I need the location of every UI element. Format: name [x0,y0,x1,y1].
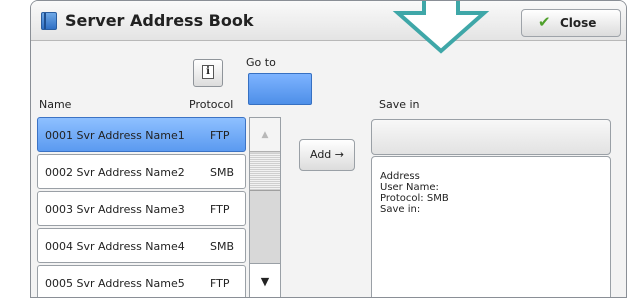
detail-user-name: User Name: [380,182,439,193]
entry-name: 0002 Svr Address Name2 [45,166,185,179]
close-label: Close [560,16,597,30]
close-button[interactable]: ✔ Close [521,9,621,37]
title-bar: Server Address Book ✔ Close [31,1,626,41]
entry-name: 0004 Svr Address Name4 [45,240,185,253]
detail-protocol: Protocol: SMB [380,193,449,204]
goto-label: Go to [246,56,276,69]
scroll-up-button[interactable]: ▲ [250,118,280,152]
address-list-row[interactable]: 0003 Svr Address Name3 FTP [37,191,246,226]
down-arrow-highlight-icon [392,1,490,54]
entry-protocol: FTP [210,129,230,142]
entry-name: 0003 Svr Address Name3 [45,203,185,216]
address-details-panel: Address User Name: Protocol: SMB Save in… [371,156,611,297]
add-button[interactable]: Add → [299,139,355,171]
entry-protocol: SMB [210,166,235,179]
address-list-row[interactable]: 0005 Svr Address Name5 FTP [37,265,246,297]
info-icon: i [202,65,214,79]
entry-protocol: FTP [210,203,230,216]
entry-protocol: SMB [210,240,235,253]
address-list-row[interactable]: 0004 Svr Address Name4 SMB [37,228,246,263]
entry-name: 0005 Svr Address Name5 [45,277,185,290]
entry-name: 0001 Svr Address Name1 [45,129,185,142]
save-in-label: Save in [379,98,420,111]
scroll-thumb[interactable] [250,153,280,191]
goto-input[interactable] [248,73,312,105]
window-title: Server Address Book [65,11,254,30]
address-list-row[interactable]: 0002 Svr Address Name2 SMB [37,154,246,189]
checkmark-icon: ✔ [538,13,551,31]
address-list-row[interactable]: 0001 Svr Address Name1 FTP [37,117,246,152]
detail-save-in: Save in: [380,204,421,215]
column-header-protocol: Protocol [189,98,234,111]
entry-protocol: FTP [210,277,230,290]
address-book-icon [41,12,57,30]
list-scrollbar[interactable]: ▲ ▼ [249,117,281,297]
save-in-field[interactable] [371,119,611,155]
info-button[interactable]: i [193,59,223,87]
detail-address: Address [380,171,420,182]
scroll-down-button[interactable]: ▼ [250,263,280,297]
column-header-name: Name [39,98,72,111]
server-address-book-window: Server Address Book ✔ Close i Go to Name… [30,0,627,298]
